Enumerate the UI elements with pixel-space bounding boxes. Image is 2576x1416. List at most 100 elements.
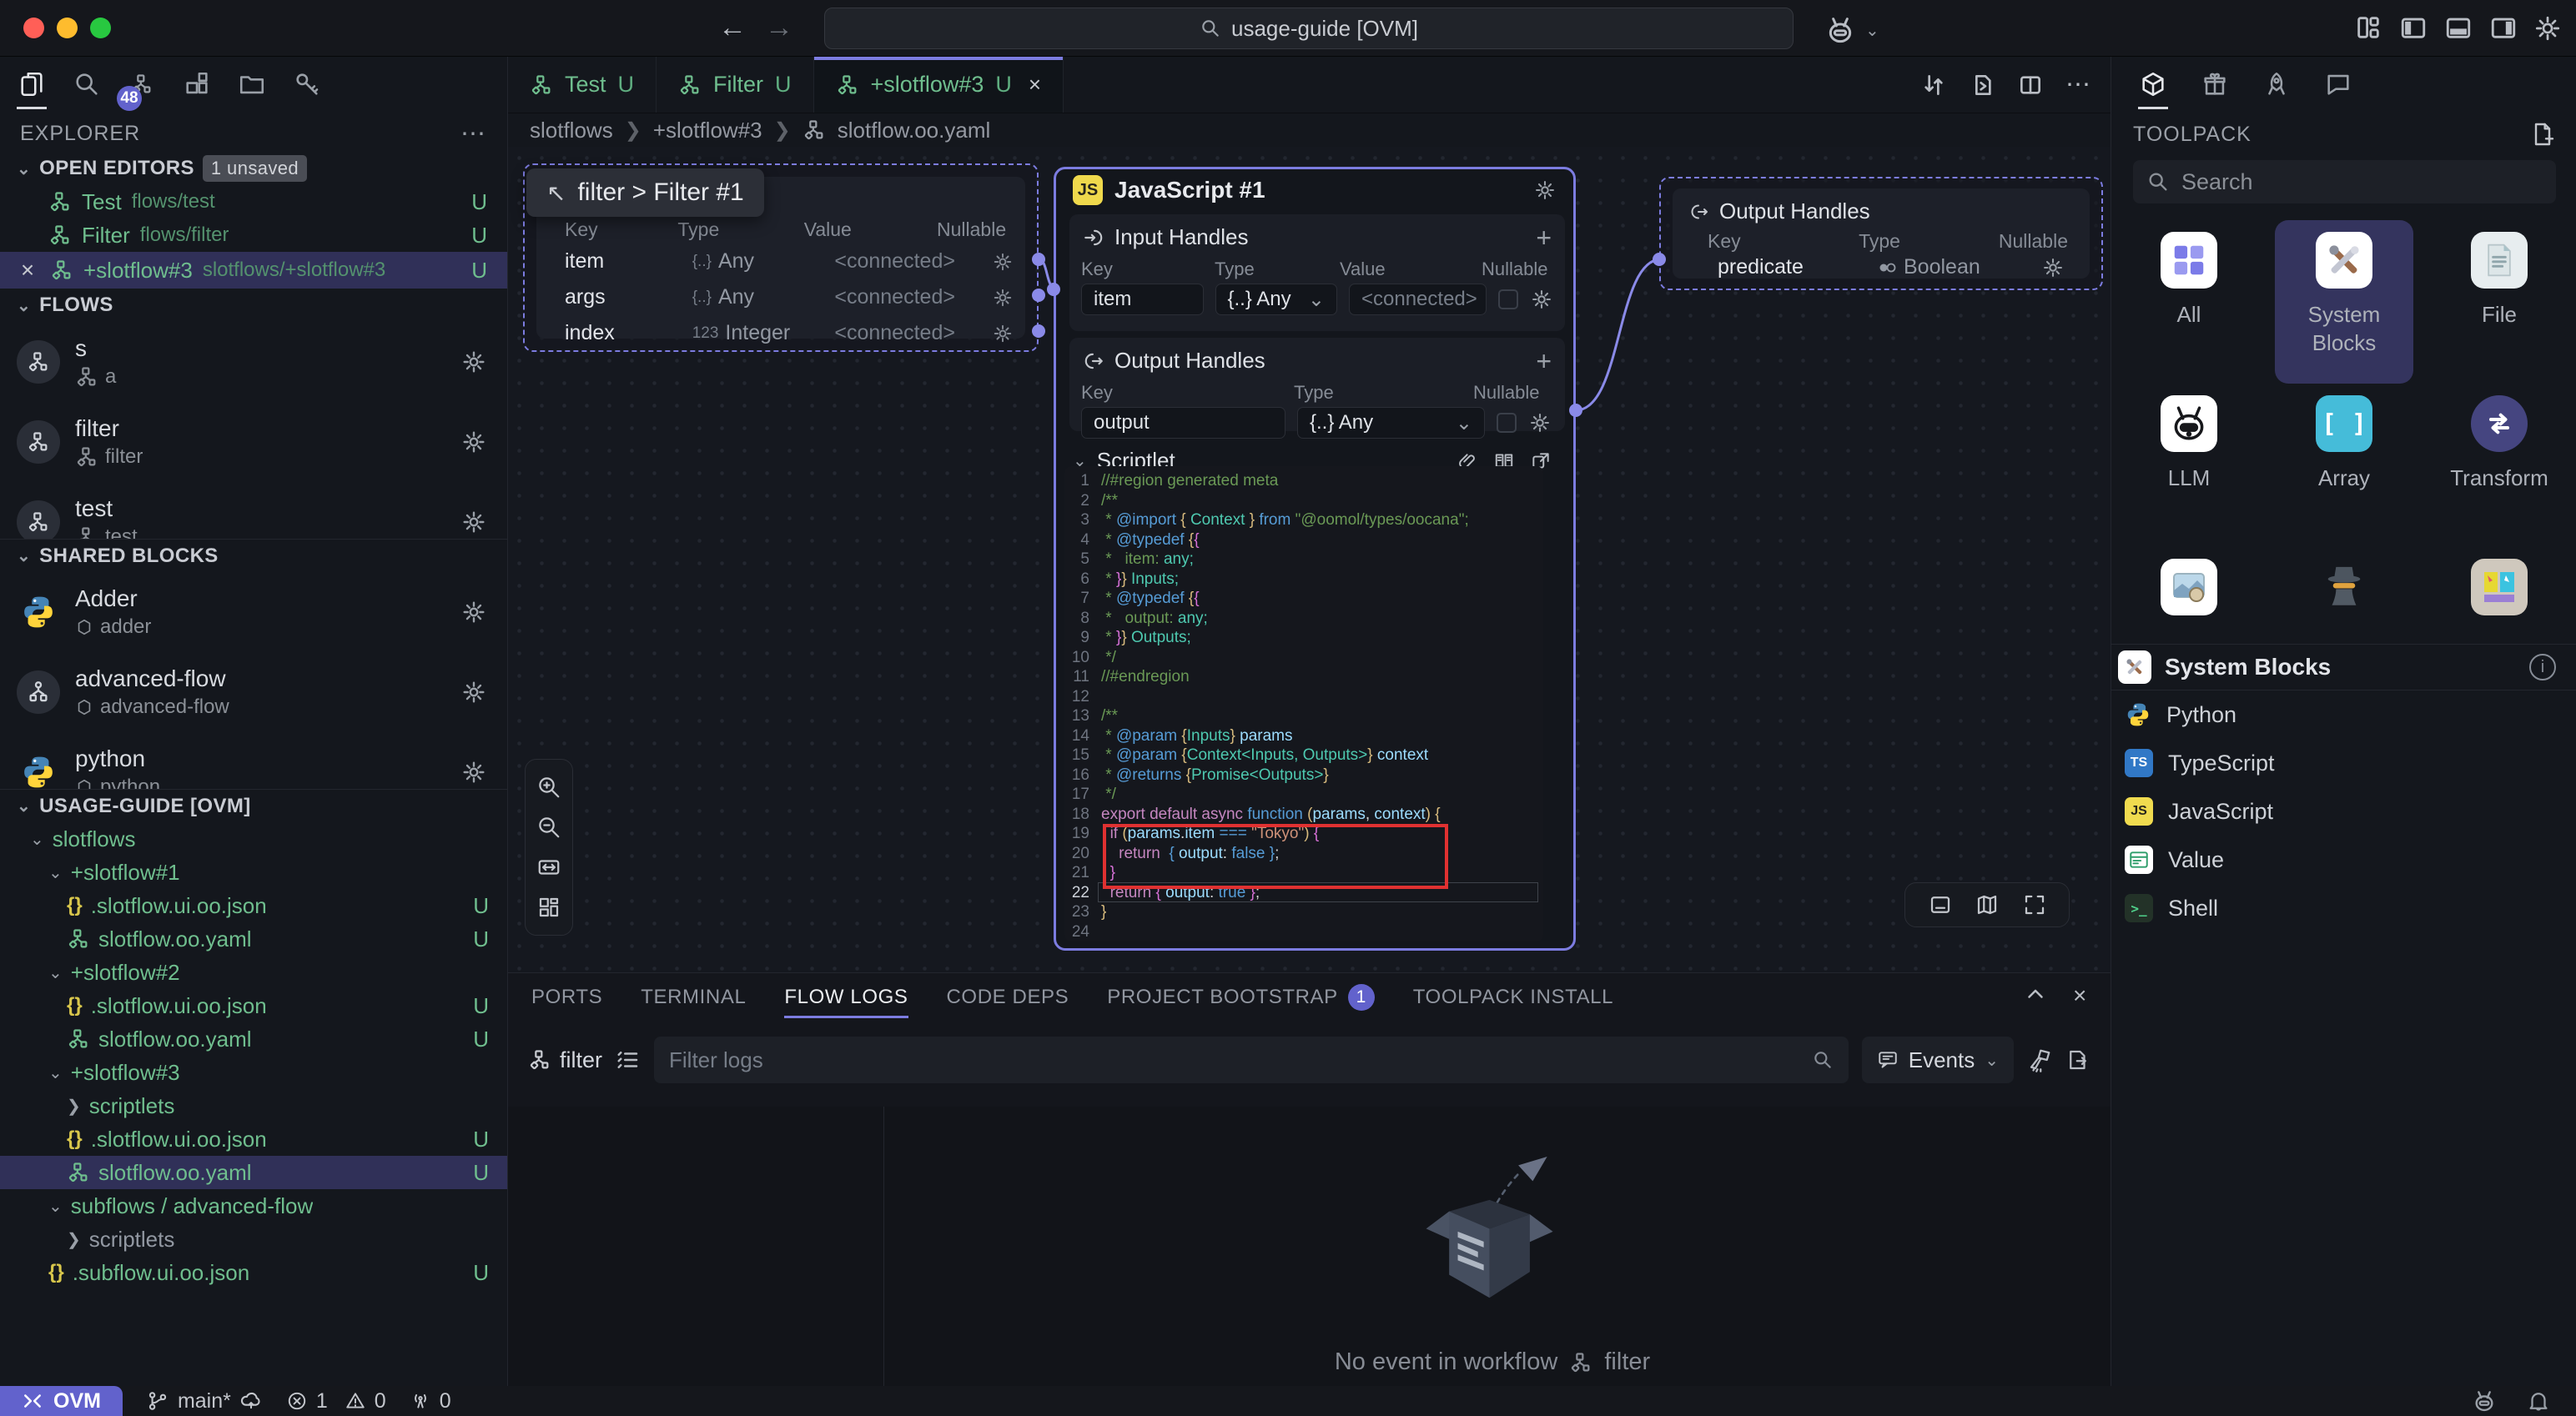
system-block-python[interactable]: Python bbox=[2111, 690, 2576, 739]
activity-files-icon[interactable] bbox=[13, 66, 50, 103]
flow-list-item[interactable]: pythonpython bbox=[0, 732, 507, 789]
tree-item[interactable]: slotflow.oo.yamlU bbox=[0, 922, 507, 956]
input-key-field[interactable]: item bbox=[1081, 284, 1204, 315]
handle-gear-icon[interactable] bbox=[2041, 256, 2065, 279]
zoom-out-icon[interactable] bbox=[536, 815, 561, 840]
handle-row[interactable]: args{..}Any<connected> bbox=[565, 279, 1014, 315]
tree-item[interactable]: {}.subflow.ui.oo.jsonU bbox=[0, 1256, 507, 1289]
remote-indicator[interactable]: OVM bbox=[0, 1386, 123, 1416]
minimap-icon[interactable] bbox=[1928, 892, 1953, 917]
activity-flows-icon[interactable]: 48 bbox=[123, 66, 160, 103]
editor-tab[interactable]: +slotflow#3U× bbox=[814, 57, 1064, 113]
editor-tab[interactable]: TestU bbox=[508, 57, 657, 113]
gift-tab-icon[interactable] bbox=[2196, 66, 2233, 103]
toolpack-category-llm[interactable]: LLM bbox=[2111, 395, 2267, 492]
toolpack-tab-icon[interactable] bbox=[2135, 66, 2171, 103]
add-output-handle-button[interactable]: + bbox=[1536, 353, 1552, 369]
filter-logs-input[interactable]: Filter logs bbox=[654, 1037, 1849, 1083]
close-window-button[interactable] bbox=[23, 18, 44, 38]
clear-logs-icon[interactable] bbox=[2027, 1047, 2052, 1072]
map-icon[interactable] bbox=[1975, 892, 2000, 917]
panel-tab-terminal[interactable]: TERMINAL bbox=[641, 973, 746, 1022]
code-editor[interactable]: 1//#region generated meta2/**3 * @import… bbox=[1064, 466, 1543, 941]
handle-dot[interactable] bbox=[1032, 253, 1045, 266]
close-tab-icon[interactable]: × bbox=[1029, 72, 1041, 98]
flow-list-item[interactable]: sa bbox=[0, 322, 507, 402]
tree-item[interactable]: ⌄subflows / advanced-flow bbox=[0, 1189, 507, 1223]
rocket-tab-icon[interactable] bbox=[2258, 66, 2295, 103]
handle-gear-icon[interactable] bbox=[992, 287, 1014, 309]
handle-gear-icon[interactable] bbox=[1530, 288, 1553, 311]
editor-tab[interactable]: FilterU bbox=[657, 57, 814, 113]
item-gear-icon[interactable] bbox=[460, 759, 487, 786]
ports-indicator[interactable]: 0 bbox=[410, 1389, 451, 1413]
open-editor-item[interactable]: Filterflows/filterU bbox=[0, 218, 507, 252]
system-block-value[interactable]: Value bbox=[2111, 836, 2576, 884]
tree-item[interactable]: ❯scriptlets bbox=[0, 1089, 507, 1122]
system-block-javascript[interactable]: JSJavaScript bbox=[2111, 787, 2576, 836]
fit-view-icon[interactable] bbox=[536, 855, 561, 880]
breadcrumb[interactable]: slotflows❯ +slotflow#3❯ slotflow.oo.yaml bbox=[508, 113, 2111, 147]
item-gear-icon[interactable] bbox=[460, 349, 487, 375]
add-input-handle-button[interactable]: + bbox=[1536, 229, 1552, 246]
activity-search-icon[interactable] bbox=[68, 66, 105, 103]
toolpack-category-all[interactable]: All bbox=[2111, 232, 2267, 329]
toggle-right-panel-icon[interactable] bbox=[2489, 13, 2518, 42]
open-editor-item[interactable]: Testflows/testU bbox=[0, 185, 507, 218]
javascript-node[interactable]: JS JavaScript #1 Input Handles + Key Typ… bbox=[1054, 167, 1576, 951]
nullable-checkbox[interactable] bbox=[1498, 289, 1518, 309]
tree-item[interactable]: {}.slotflow.ui.oo.jsonU bbox=[0, 1122, 507, 1156]
log-list-icon[interactable] bbox=[616, 1047, 641, 1072]
add-toolpack-icon[interactable] bbox=[2529, 121, 2556, 148]
panel-tab-project-bootstrap[interactable]: PROJECT BOOTSTRAP1 bbox=[1107, 973, 1374, 1022]
activity-folder-icon[interactable] bbox=[234, 66, 270, 103]
filter-subflow-node[interactable]: ↖ filter > Filter #1 KeyTypeValueNullabl… bbox=[523, 163, 1039, 352]
compare-changes-icon[interactable] bbox=[1920, 72, 1947, 98]
output-type-select[interactable]: {..} Any⌄ bbox=[1297, 407, 1485, 439]
handle-dot[interactable] bbox=[1032, 324, 1045, 338]
item-gear-icon[interactable] bbox=[460, 509, 487, 535]
handle-dot[interactable] bbox=[1653, 253, 1666, 266]
handle-dot[interactable] bbox=[1032, 289, 1045, 302]
split-editor-icon[interactable] bbox=[2017, 72, 2044, 98]
problems-indicator[interactable]: 1 0 bbox=[286, 1389, 386, 1413]
toggle-bottom-panel-icon[interactable] bbox=[2444, 13, 2473, 42]
toolpack-category-transform[interactable]: Transform bbox=[2422, 395, 2576, 492]
handle-gear-icon[interactable] bbox=[992, 323, 1014, 344]
forward-button[interactable]: → bbox=[762, 12, 796, 44]
flow-list-item[interactable]: testtest bbox=[0, 482, 507, 539]
item-gear-icon[interactable] bbox=[460, 599, 487, 625]
explorer-more-icon[interactable]: ⋯ bbox=[460, 119, 487, 148]
tree-item[interactable]: {}.slotflow.ui.oo.jsonU bbox=[0, 889, 507, 922]
handle-gear-icon[interactable] bbox=[992, 251, 1014, 273]
mascot-icon[interactable] bbox=[1824, 13, 1857, 47]
output-key-field[interactable]: output bbox=[1081, 407, 1285, 439]
mascot-icon[interactable] bbox=[2471, 1388, 2498, 1414]
item-gear-icon[interactable] bbox=[460, 679, 487, 705]
tree-item[interactable]: {}.slotflow.ui.oo.jsonU bbox=[0, 989, 507, 1022]
handle-gear-icon[interactable] bbox=[1528, 411, 1552, 434]
notifications-bell-icon[interactable] bbox=[2526, 1388, 2551, 1413]
toolpack-category-file[interactable]: File bbox=[2422, 232, 2576, 329]
close-panel-icon[interactable]: × bbox=[2073, 982, 2087, 1013]
flows-header[interactable]: ⌄ FLOWS bbox=[0, 289, 507, 322]
system-block-shell[interactable]: >_Shell bbox=[2111, 884, 2576, 932]
toolpack-search-input[interactable]: Search bbox=[2133, 160, 2556, 203]
system-block-typescript[interactable]: TSTypeScript bbox=[2111, 739, 2576, 787]
project-header[interactable]: ⌄ USAGE-GUIDE [OVM] bbox=[0, 789, 507, 822]
flow-scope[interactable]: filter bbox=[528, 1047, 602, 1073]
tree-item[interactable]: ❯scriptlets bbox=[0, 1223, 507, 1256]
flow-list-item[interactable]: advanced-flowadvanced-flow bbox=[0, 652, 507, 732]
nullable-checkbox[interactable] bbox=[1497, 413, 1517, 433]
maximize-window-button[interactable] bbox=[90, 18, 111, 38]
flow-canvas[interactable]: ↖ filter > Filter #1 KeyTypeValueNullabl… bbox=[508, 147, 2111, 972]
more-actions-icon[interactable]: ⋯ bbox=[2065, 70, 2090, 99]
handle-row[interactable]: item{..}Any<connected> bbox=[565, 244, 1014, 279]
layout-grid-icon[interactable] bbox=[2354, 13, 2382, 42]
input-type-select[interactable]: {..} Any⌄ bbox=[1215, 284, 1338, 315]
activity-blocks-icon[interactable] bbox=[179, 66, 215, 103]
output-handles-node[interactable]: Output Handles Key Type Nullable predica… bbox=[1659, 177, 2103, 290]
toolpack-category-art[interactable] bbox=[2422, 559, 2576, 615]
collapse-panel-icon[interactable] bbox=[2023, 982, 2048, 1013]
fullscreen-icon[interactable] bbox=[2022, 892, 2047, 917]
